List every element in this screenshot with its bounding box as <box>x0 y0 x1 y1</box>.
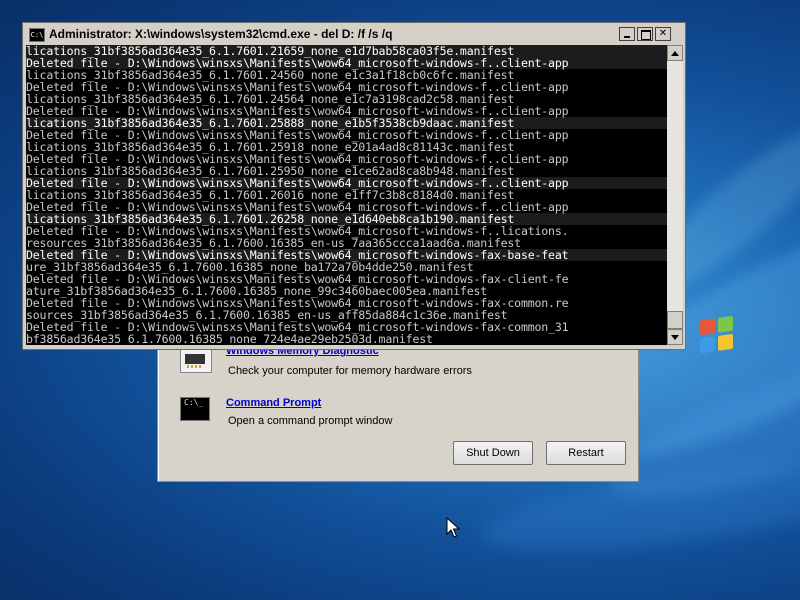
command-prompt-window: C:\ Administrator: X:\windows\system32\c… <box>22 22 686 350</box>
memory-chip-icon <box>180 347 212 373</box>
scrollbar-thumb[interactable] <box>667 311 683 329</box>
minimize-button[interactable] <box>619 27 635 41</box>
command-prompt-description: Open a command prompt window <box>228 415 393 427</box>
scroll-down-arrow-icon[interactable] <box>667 329 683 345</box>
console-line: bf3856ad364e35_6.1.7600.16385_none_724e4… <box>26 332 433 345</box>
system-recovery-options-dialog: Windows Memory Diagnostic Check your com… <box>157 330 639 482</box>
command-prompt-icon: C:\_ <box>180 397 210 421</box>
console-lines: lications_31bf3856ad364e35_6.1.7601.2165… <box>26 45 667 345</box>
console-output[interactable]: lications_31bf3856ad364e35_6.1.7601.2165… <box>26 45 667 345</box>
logo-green-pane <box>718 315 733 333</box>
cmd-window-icon[interactable]: C:\ <box>29 28 45 42</box>
memory-diagnostic-description: Check your computer for memory hardware … <box>228 365 472 377</box>
command-prompt-link[interactable]: Command Prompt <box>226 397 321 409</box>
maximize-button[interactable] <box>637 27 653 41</box>
shut-down-button[interactable]: Shut Down <box>453 441 533 465</box>
scroll-up-arrow-icon[interactable] <box>667 45 683 61</box>
mouse-pointer-icon <box>446 517 460 538</box>
logo-blue-pane <box>700 336 715 354</box>
command-prompt-icon-text: C:\ <box>184 398 199 407</box>
windows-logo-icon <box>700 315 734 357</box>
logo-yellow-pane <box>718 333 733 351</box>
vertical-scrollbar[interactable] <box>667 45 683 345</box>
restart-button[interactable]: Restart <box>546 441 626 465</box>
window-title-bar[interactable]: C:\ Administrator: X:\windows\system32\c… <box>25 25 683 45</box>
close-button[interactable]: ✕ <box>655 27 671 41</box>
window-title: Administrator: X:\windows\system32\cmd.e… <box>49 27 393 41</box>
logo-red-pane <box>700 318 715 336</box>
